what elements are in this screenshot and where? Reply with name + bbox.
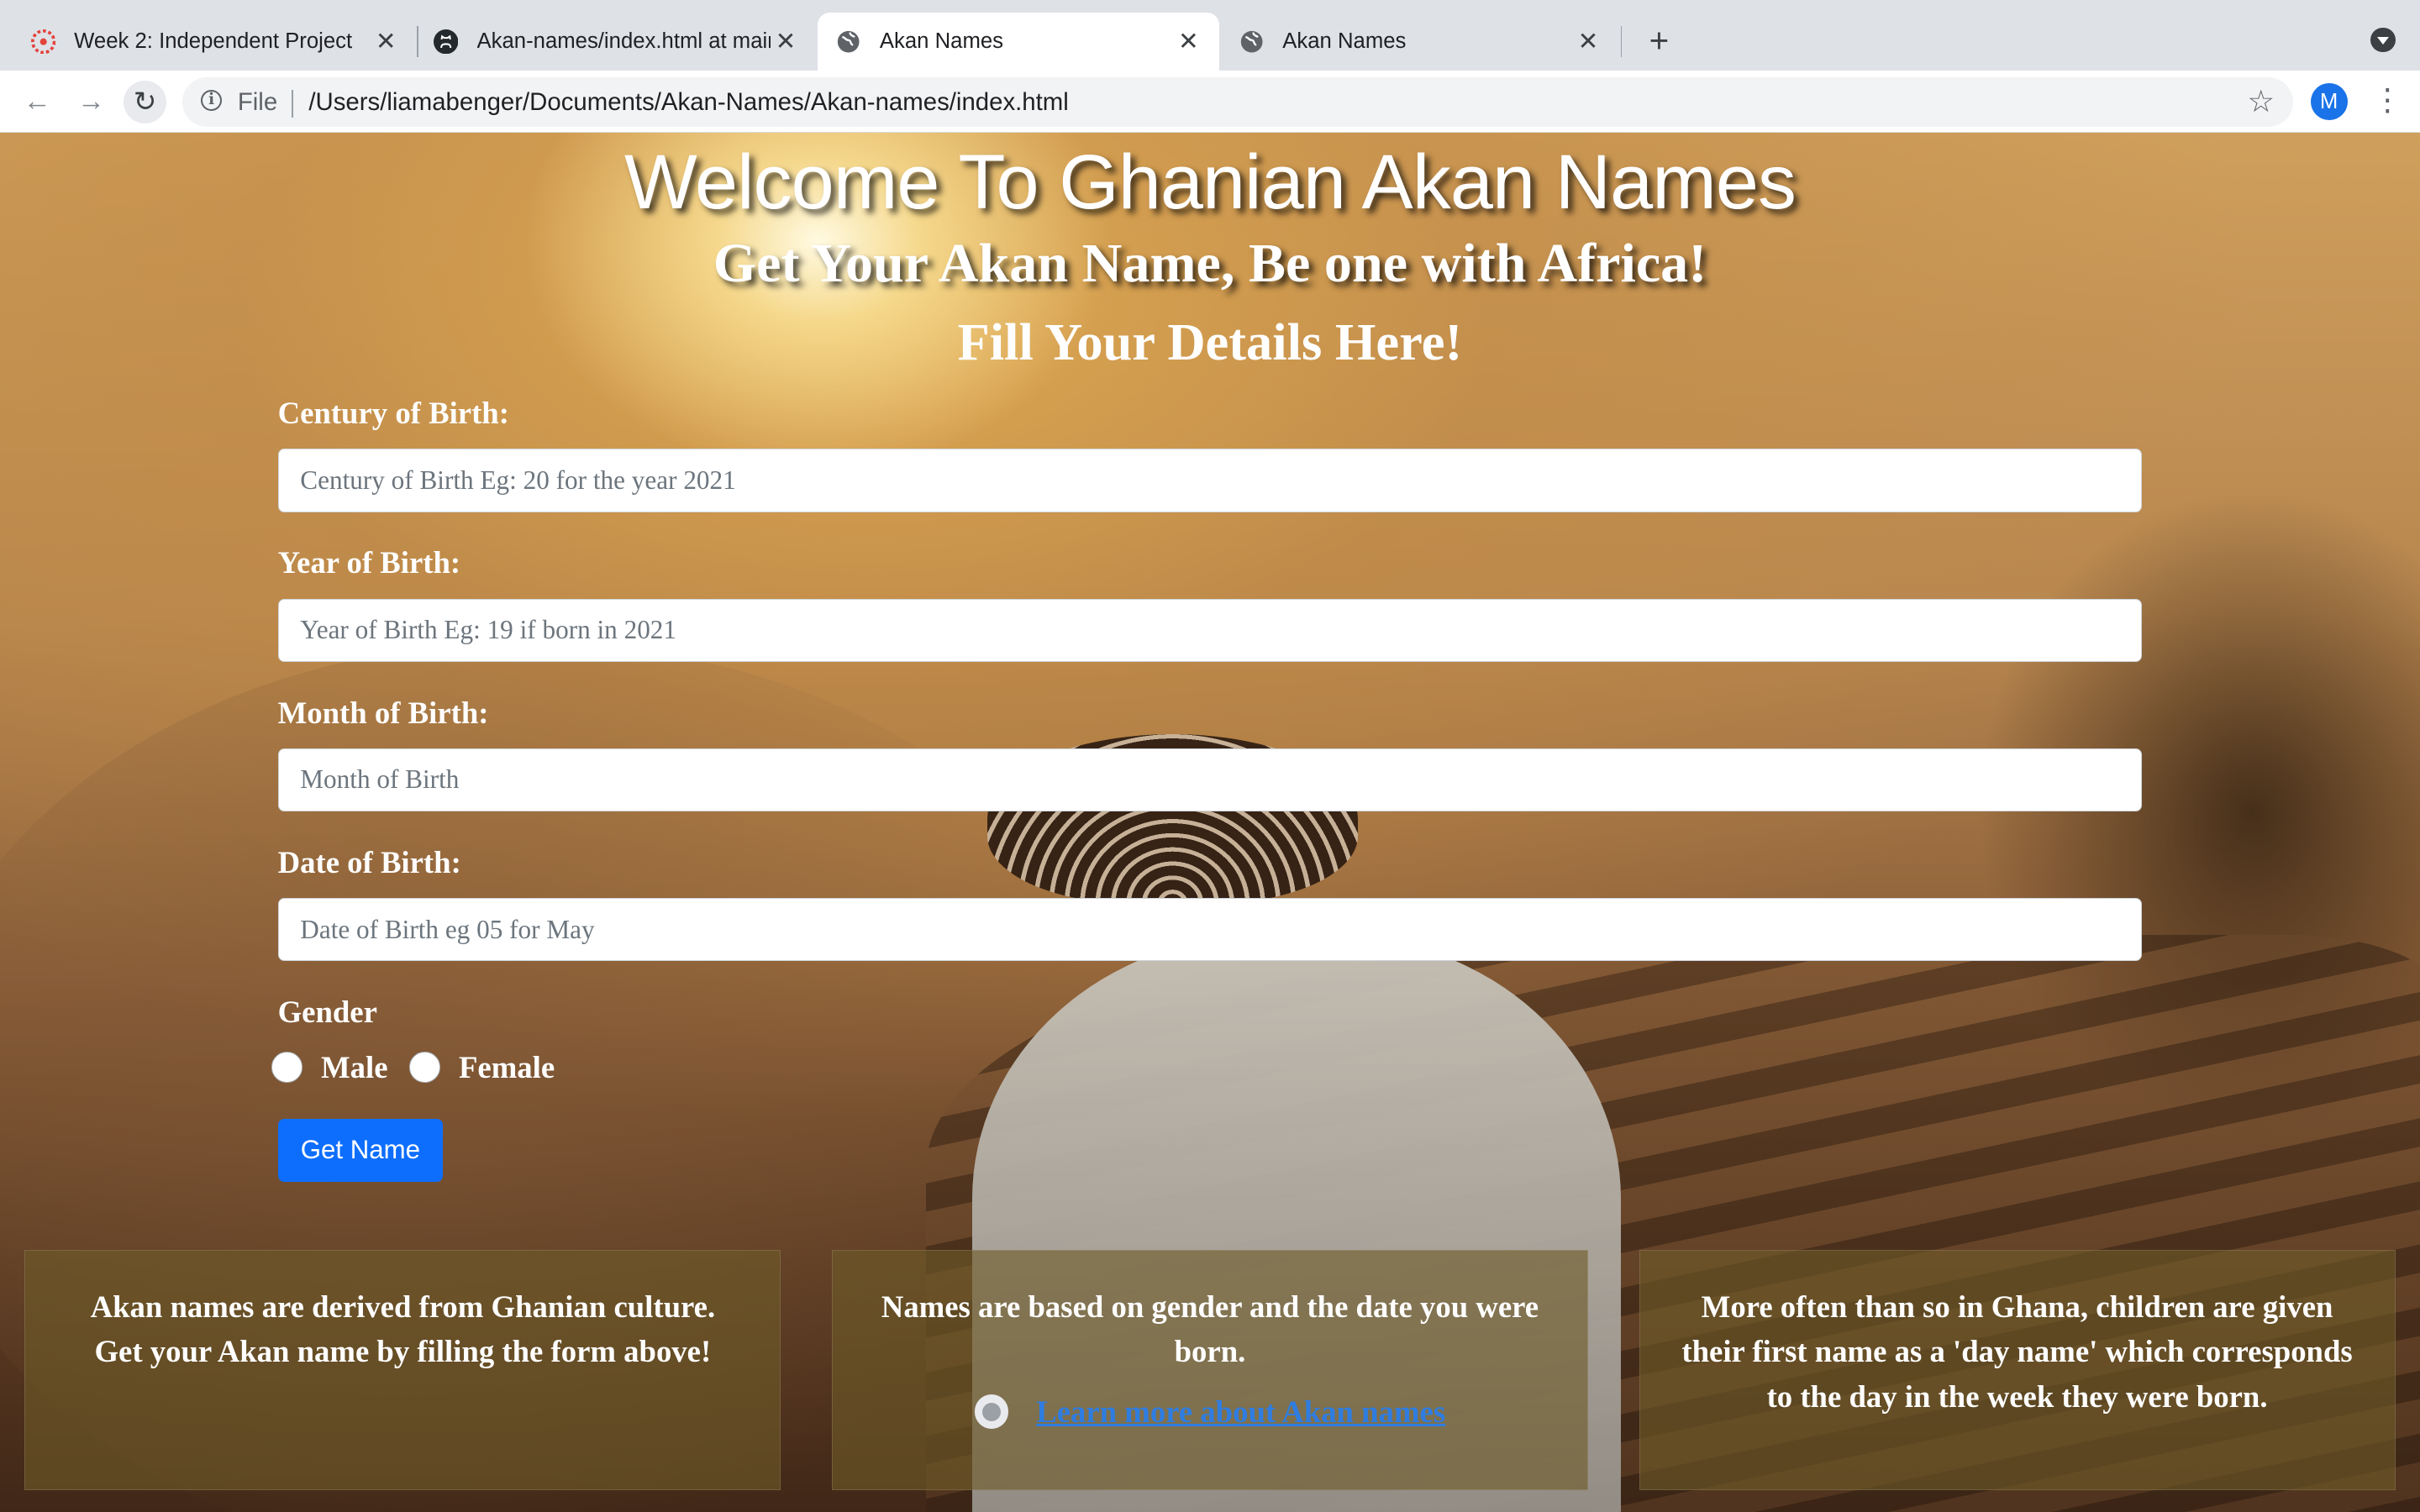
browser-tab-strip: Week 2: Independent Project ✕ Akan-names… xyxy=(0,0,2420,71)
tab-title: Akan Names xyxy=(1282,29,1407,54)
month-of-birth-label: Month of Birth: xyxy=(277,695,489,730)
tab-title: Akan-names/index.html at main xyxy=(476,29,771,54)
close-tab-icon[interactable]: ✕ xyxy=(1173,27,1204,56)
info-card-text: Names are based on gender and the date y… xyxy=(881,1289,1539,1369)
info-card-gender-date: Names are based on gender and the date y… xyxy=(831,1249,1588,1491)
female-radio[interactable] xyxy=(409,1052,440,1083)
reload-icon[interactable]: ↻ xyxy=(123,80,167,123)
page-subtitle: Get Your Akan Name, Be one with Africa! xyxy=(713,232,1707,294)
info-card-text: Akan names are derived from Ghanian cult… xyxy=(90,1289,716,1369)
male-radio[interactable] xyxy=(271,1052,302,1083)
tab-akan-names-active[interactable]: Akan Names ✕ xyxy=(818,12,1219,71)
tab-title: Week 2: Independent Project xyxy=(74,29,353,54)
century-of-birth-label: Century of Birth: xyxy=(277,396,509,431)
page-title: Welcome To Ghanian Akan Names xyxy=(623,139,1797,226)
new-tab-plus-icon[interactable]: + xyxy=(1640,22,1677,59)
forward-arrow-icon[interactable]: → xyxy=(70,81,113,123)
profile-avatar[interactable]: M xyxy=(2310,83,2348,121)
globe-icon xyxy=(836,29,860,54)
gender-radio-group: Male Female xyxy=(271,1049,576,1085)
male-radio-label[interactable]: Male xyxy=(321,1049,388,1085)
page-viewport: Welcome To Ghanian Akan Names Get Your A… xyxy=(0,132,2420,1512)
site-info-icon[interactable]: i xyxy=(200,89,223,112)
form-heading: Fill Your Details Here! xyxy=(957,312,1463,371)
date-of-birth-input[interactable] xyxy=(277,897,2143,962)
info-card-culture: Akan names are derived from Ghanian cult… xyxy=(24,1249,781,1491)
browser-toolbar: ← → ↻ i File /Users/liamabenger/Document… xyxy=(0,71,2420,133)
info-card-text: More often than so in Ghana, children ar… xyxy=(1681,1289,2353,1414)
gender-label: Gender xyxy=(277,994,377,1029)
tab-search-chevron-icon[interactable] xyxy=(2370,28,2396,53)
omnibox-divider xyxy=(292,89,293,118)
tab-separator xyxy=(1620,26,1623,57)
tab-akan-names[interactable]: Akan Names ✕ xyxy=(1221,13,1619,71)
tab-week-2-independent-project[interactable]: Week 2: Independent Project ✕ xyxy=(0,13,417,71)
address-bar[interactable]: i File /Users/liamabenger/Documents/Akan… xyxy=(182,76,2294,127)
tab-title: Akan Names xyxy=(879,29,1004,54)
learn-more-row: Learn more about Akan names xyxy=(870,1389,1550,1434)
info-card-day-name: More often than so in Ghana, children ar… xyxy=(1639,1249,2396,1491)
close-tab-icon[interactable]: ✕ xyxy=(371,27,402,56)
year-of-birth-label: Year of Birth: xyxy=(277,545,461,580)
github-icon xyxy=(434,29,459,55)
globe-icon xyxy=(1239,29,1264,54)
year-of-birth-input[interactable] xyxy=(277,598,2143,662)
back-arrow-icon[interactable]: ← xyxy=(15,81,58,123)
get-name-button[interactable]: Get Name xyxy=(277,1118,444,1182)
female-radio-label[interactable]: Female xyxy=(459,1049,555,1085)
url-text[interactable]: /Users/liamabenger/Documents/Akan-Names/… xyxy=(308,88,1068,117)
bookmark-star-icon[interactable]: ☆ xyxy=(2247,83,2275,119)
tab-akan-names-github[interactable]: Akan-names/index.html at main ✕ xyxy=(418,13,817,71)
close-tab-icon[interactable]: ✕ xyxy=(1573,27,1604,56)
canvas-lms-icon xyxy=(30,29,56,55)
century-of-birth-input[interactable] xyxy=(277,449,2143,512)
learn-more-link[interactable]: Learn more about Akan names xyxy=(1036,1389,1445,1434)
date-of-birth-label: Date of Birth: xyxy=(277,844,461,879)
globe-icon xyxy=(974,1394,1009,1429)
url-scheme-label: File xyxy=(237,87,278,116)
month-of-birth-input[interactable] xyxy=(277,748,2143,812)
browser-menu-icon[interactable]: ⋮ xyxy=(2372,84,2403,118)
close-tab-icon[interactable]: ✕ xyxy=(771,27,802,56)
